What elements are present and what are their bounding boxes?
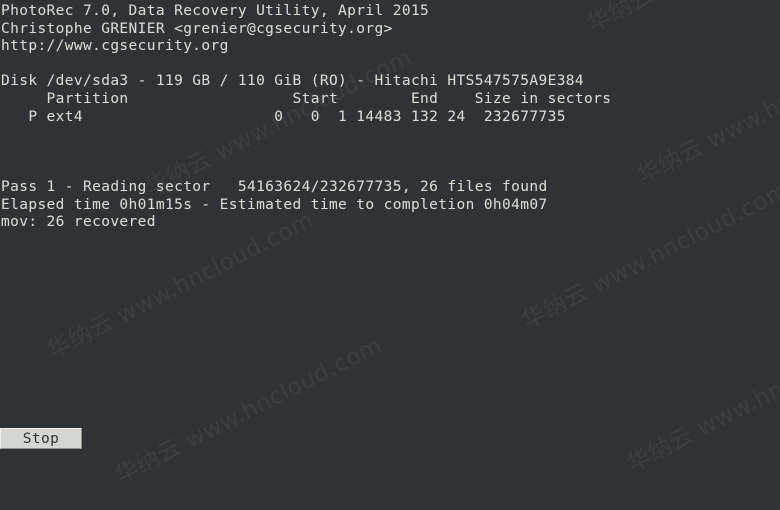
recovered-files-line: mov: 26 recovered <box>0 214 780 232</box>
partition-header-line: Partition Start End Size in sectors <box>0 91 780 109</box>
spacer-line-1 <box>0 56 780 74</box>
stop-button[interactable]: Stop <box>0 428 82 449</box>
app-author-line: Christophe GRENIER <grenier@cgsecurity.o… <box>0 21 780 39</box>
spacer-line-3 <box>0 144 780 162</box>
partition-row-line: P ext4 0 0 1 14483 132 24 232677735 <box>0 109 780 127</box>
pass-progress-line: Pass 1 - Reading sector 54163624/2326777… <box>0 179 780 197</box>
disk-info-line: Disk /dev/sda3 - 119 GB / 110 GiB (RO) -… <box>0 73 780 91</box>
watermark-text: 华纳云 www.hncloud.com <box>620 314 780 478</box>
app-website-line[interactable]: http://www.cgsecurity.org <box>0 38 780 56</box>
terminal-output: PhotoRec 7.0, Data Recovery Utility, Apr… <box>0 0 780 232</box>
watermark-text: 华纳云 www.hncloud.com <box>108 326 387 490</box>
photorec-terminal-window: PhotoRec 7.0, Data Recovery Utility, Apr… <box>0 0 780 510</box>
spacer-line-2 <box>0 126 780 144</box>
button-bar: Stop <box>0 428 82 449</box>
app-title-line: PhotoRec 7.0, Data Recovery Utility, Apr… <box>0 3 780 21</box>
elapsed-time-line: Elapsed time 0h01m15s - Estimated time t… <box>0 197 780 215</box>
spacer-line-4 <box>0 161 780 179</box>
